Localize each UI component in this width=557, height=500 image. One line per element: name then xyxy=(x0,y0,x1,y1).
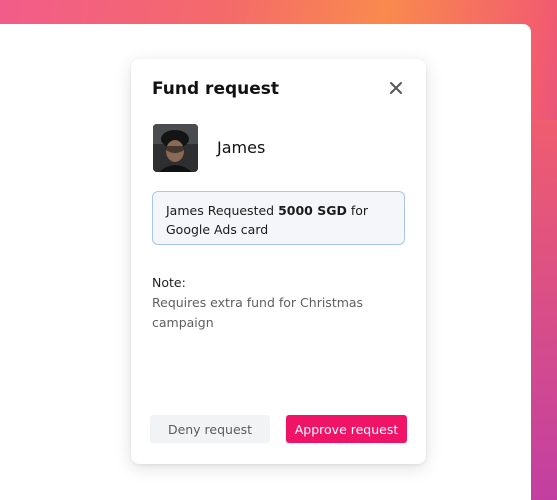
dialog-title: Fund request xyxy=(152,79,280,99)
request-amount: 5000 SGD xyxy=(278,203,347,218)
request-prefix: James Requested xyxy=(166,203,275,218)
fund-request-dialog: Fund request James James Requested 5000 … xyxy=(131,59,426,464)
note-text: Requires extra fund for Christmas campai… xyxy=(152,295,364,330)
deny-request-button[interactable]: Deny request xyxy=(150,415,270,443)
avatar xyxy=(153,124,198,172)
close-icon[interactable] xyxy=(388,80,404,96)
note-label: Note: xyxy=(152,275,186,290)
request-summary: James Requested 5000 SGD for Google Ads … xyxy=(152,191,405,245)
requester-name: James xyxy=(217,138,266,157)
approve-request-button[interactable]: Approve request xyxy=(286,415,407,443)
gradient-edge xyxy=(531,120,557,500)
request-suffix: for xyxy=(350,203,369,218)
request-target: Google Ads card xyxy=(166,222,269,237)
